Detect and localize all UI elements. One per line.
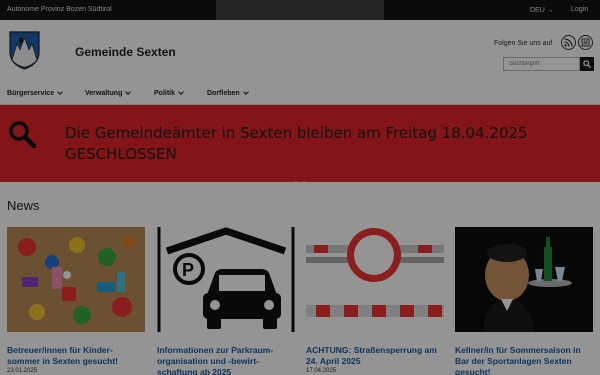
- news-section: News Betreuer/innen für Kinder-sommer in…: [0, 182, 600, 375]
- language-label: DEU: [530, 7, 545, 14]
- login-link[interactable]: Login: [571, 6, 588, 13]
- nav-item-verwaltung[interactable]: Verwaltung: [85, 89, 132, 97]
- nav-item-label: Verwaltung: [85, 90, 123, 97]
- news-card[interactable]: P Informationen zur Parkraum-organisatio…: [157, 227, 295, 375]
- search-button[interactable]: [580, 57, 594, 71]
- nav-item-label: Politik: [154, 90, 176, 97]
- news-date: 23.01.2025: [7, 368, 38, 374]
- news-thumbnail[interactable]: [455, 227, 593, 332]
- site-header: Gemeinde Sexten Folgen Sie uns auf: [0, 20, 600, 84]
- nav-item-label: Bürgerservice: [7, 90, 55, 97]
- coat-of-arms-logo[interactable]: [8, 30, 41, 70]
- chevron-down-icon: [242, 89, 249, 95]
- parking-garage-icon: P: [157, 227, 295, 332]
- main-nav: Bürgerservice Verwaltung Politik Dorfleb…: [0, 84, 600, 105]
- news-heading: News: [7, 198, 40, 213]
- newsletter-icon[interactable]: [578, 35, 593, 50]
- alert-message: Die Gemeindeämter in Sexten bleiben am F…: [65, 124, 528, 163]
- news-title[interactable]: Betreuer/innen für Kinder-sommer in Sext…: [7, 345, 145, 367]
- site-title[interactable]: Gemeinde Sexten: [75, 45, 176, 59]
- nav-item-dorfleben[interactable]: Dorfleben: [207, 89, 249, 97]
- magnifier-icon: [9, 121, 36, 148]
- news-date: 17.04.2025: [306, 368, 337, 374]
- search-input[interactable]: [503, 57, 580, 71]
- news-title[interactable]: Kellner/in für Sommersaison in Bar der S…: [455, 345, 593, 375]
- chevron-down-icon: [125, 89, 132, 95]
- nav-item-politik[interactable]: Politik: [154, 89, 184, 97]
- road-closed-icon: [306, 228, 444, 317]
- waiter-photo: [455, 227, 593, 332]
- chevron-down-icon: ⌄: [548, 7, 554, 14]
- news-title[interactable]: ACHTUNG: Straßensperrung am 24. April 20…: [306, 345, 444, 367]
- chevron-down-icon: [178, 89, 184, 95]
- nav-item-label: Dorfleben: [207, 90, 240, 97]
- language-selector[interactable]: DEU ⌄: [530, 6, 554, 14]
- news-thumbnail[interactable]: [7, 227, 145, 332]
- top-bar: Autonome Provinz Bozen Südtirol DEU ⌄ Log…: [0, 0, 600, 20]
- alert-banner[interactable]: Die Gemeindeämter in Sexten bleiben am F…: [0, 105, 600, 182]
- news-thumbnail[interactable]: [306, 227, 444, 332]
- news-title[interactable]: Informationen zur Parkraum-organisation …: [157, 345, 295, 375]
- rss-icon[interactable]: [561, 35, 576, 50]
- province-label[interactable]: Autonome Provinz Bozen Südtirol: [7, 6, 112, 13]
- news-card[interactable]: ACHTUNG: Straßensperrung am 24. April 20…: [306, 227, 444, 374]
- svg-text:P: P: [182, 260, 194, 280]
- news-card[interactable]: Kellner/in für Sommersaison in Bar der S…: [455, 227, 593, 375]
- toys-photo: [7, 227, 145, 332]
- nav-item-buergerservice[interactable]: Bürgerservice: [7, 89, 63, 97]
- news-thumbnail[interactable]: P: [157, 227, 295, 332]
- chevron-down-icon: [57, 89, 63, 95]
- news-card[interactable]: Betreuer/innen für Kinder-sommer in Sext…: [7, 227, 145, 374]
- follow-us-label: Folgen Sie uns auf: [494, 40, 553, 47]
- search-icon: [583, 60, 591, 68]
